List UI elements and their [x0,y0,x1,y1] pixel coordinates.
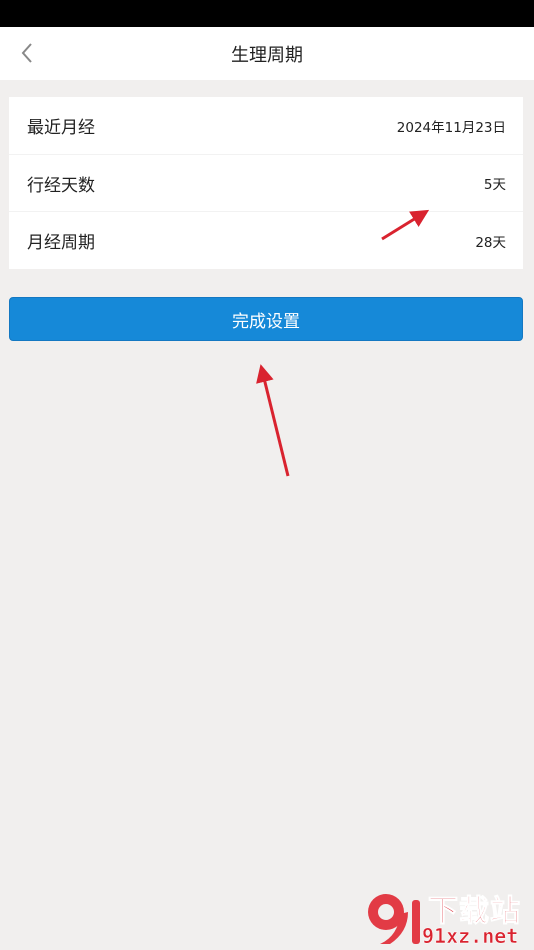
arrow-to-button [256,364,290,477]
watermark: 下载站 91xz.net [362,886,534,950]
watermark-brand-bottom: 91xz.net [422,924,519,949]
arrow-to-row [381,209,430,241]
brand-logo-icon [368,894,420,944]
annotation-arrows [256,209,430,477]
